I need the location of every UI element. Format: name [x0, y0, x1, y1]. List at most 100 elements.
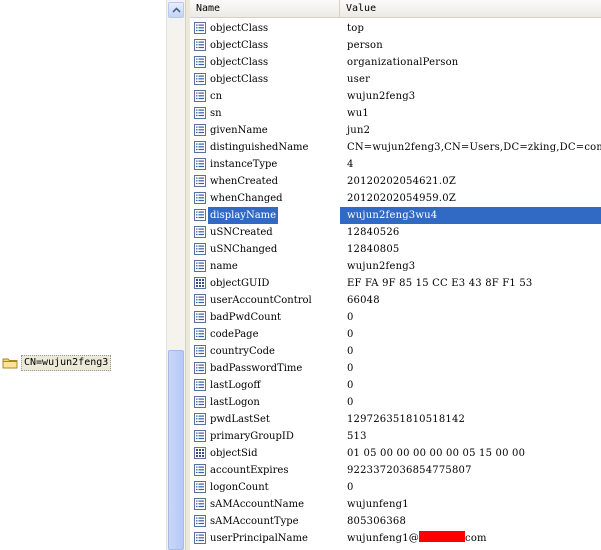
string-attribute-icon: [194, 515, 206, 527]
string-attribute-icon: [194, 39, 206, 51]
string-attribute-icon: [194, 362, 206, 374]
string-attribute-icon: [194, 192, 206, 204]
list-item[interactable]: givenName jun2: [190, 122, 601, 139]
string-attribute-icon: [194, 396, 206, 408]
string-attribute-icon: [194, 141, 206, 153]
string-attribute-icon: [194, 345, 206, 357]
list-item[interactable]: logonCount 0: [190, 479, 601, 496]
list-item[interactable]: primaryGroupID 513: [190, 428, 601, 445]
attribute-name: primaryGroupID: [210, 431, 294, 442]
string-attribute-icon: [194, 532, 206, 544]
attribute-value: 805306368: [347, 516, 407, 527]
attribute-value: 0: [347, 397, 354, 408]
attribute-list: Name Value objectClass top objectClass pers…: [190, 0, 601, 550]
list-item[interactable]: objectClass organizationalPerson: [190, 54, 601, 71]
attribute-value: 0: [347, 346, 354, 357]
list-item[interactable]: displayName wujun2feng3wu4: [190, 207, 601, 224]
string-attribute-icon: [194, 413, 206, 425]
tree-node-label: CN=wujun2feng3: [21, 354, 112, 371]
list-item[interactable]: instanceType 4: [190, 156, 601, 173]
chevron-up-icon: [171, 7, 181, 13]
value-suffix: com: [465, 533, 487, 544]
string-attribute-icon: [194, 294, 206, 306]
list-item[interactable]: userPrincipalName wujunfeng1@ com: [190, 530, 601, 547]
list-item[interactable]: objectClass top: [190, 20, 601, 37]
attribute-name: distinguishedName: [210, 142, 309, 153]
list-item[interactable]: badPwdCount 0: [190, 309, 601, 326]
tree-node-user[interactable]: CN=wujun2feng3: [2, 354, 112, 371]
string-attribute-icon: [194, 209, 206, 221]
list-item[interactable]: accountExpires 9223372036854775807: [190, 462, 601, 479]
list-item[interactable]: objectSid 01 05 00 00 00 00 00 05 15 00 0…: [190, 445, 601, 462]
attribute-value: 4: [347, 159, 354, 170]
scroll-up-button[interactable]: [168, 2, 184, 18]
attribute-name: whenChanged: [210, 193, 283, 204]
list-item[interactable]: pwdLastSet 129726351810518142: [190, 411, 601, 428]
scroll-thumb[interactable]: [168, 350, 184, 550]
string-attribute-icon: [194, 158, 206, 170]
string-attribute-icon: [194, 328, 206, 340]
attribute-value: 513: [347, 431, 367, 442]
list-item[interactable]: whenChanged 20120202054959.0Z: [190, 190, 601, 207]
list-item[interactable]: objectClass person: [190, 37, 601, 54]
list-item[interactable]: uSNChanged 12840805: [190, 241, 601, 258]
attribute-value: 66048: [347, 295, 380, 306]
list-item[interactable]: codePage 0: [190, 326, 601, 343]
attribute-name: badPwdCount: [210, 312, 282, 323]
folder-icon: [2, 357, 18, 369]
value-prefix: wujunfeng1@: [347, 533, 420, 544]
attribute-value: 9223372036854775807: [347, 465, 472, 476]
list-item[interactable]: userAccountControl 66048: [190, 292, 601, 309]
list-item[interactable]: whenCreated 20120202054621.0Z: [190, 173, 601, 190]
string-attribute-icon: [194, 22, 206, 34]
string-attribute-icon: [194, 56, 206, 68]
attribute-name: lastLogon: [210, 397, 260, 408]
attribute-value: person: [347, 40, 383, 51]
string-attribute-icon: [194, 226, 206, 238]
list-item[interactable]: lastLogon 0: [190, 394, 601, 411]
list-item[interactable]: uSNCreated 12840526: [190, 224, 601, 241]
list-item[interactable]: sAMAccountName wujunfeng1: [190, 496, 601, 513]
binary-attribute-icon: [194, 447, 206, 459]
list-item[interactable]: cn wujun2feng3: [190, 88, 601, 105]
string-attribute-icon: [194, 464, 206, 476]
column-header-value[interactable]: Value: [340, 0, 601, 17]
string-attribute-icon: [194, 379, 206, 391]
list-item[interactable]: lastLogoff 0: [190, 377, 601, 394]
attribute-value: wujun2feng3wu4: [347, 210, 438, 221]
list-item[interactable]: countryCode 0: [190, 343, 601, 360]
attribute-name: cn: [210, 91, 223, 102]
list-item[interactable]: objectGUID EF FA 9F 85 15 CC E3 43 8F F1 …: [190, 275, 601, 292]
string-attribute-icon: [194, 430, 206, 442]
list-item[interactable]: sn wu1: [190, 105, 601, 122]
string-attribute-icon: [194, 311, 206, 323]
attribute-value: 12840526: [347, 227, 400, 238]
list-item[interactable]: objectClass user: [190, 71, 601, 88]
vertical-scrollbar[interactable]: [166, 0, 185, 550]
attribute-name: name: [210, 261, 238, 272]
list-item[interactable]: badPasswordTime 0: [190, 360, 601, 377]
attribute-name: lastLogoff: [210, 380, 261, 391]
attribute-name: objectClass: [210, 74, 269, 85]
attribute-name: uSNCreated: [210, 227, 273, 238]
list-item[interactable]: name wujun2feng3: [190, 258, 601, 275]
attribute-name: badPasswordTime: [210, 363, 303, 374]
string-attribute-icon: [194, 73, 206, 85]
attribute-value: 0: [347, 329, 354, 340]
list-item[interactable]: sAMAccountType 805306368: [190, 513, 601, 530]
column-header-name[interactable]: Name: [190, 0, 340, 17]
attribute-name: objectGUID: [210, 278, 270, 289]
list-item[interactable]: distinguishedName CN=wujun2feng3,CN=Users…: [190, 139, 601, 156]
binary-attribute-icon: [194, 277, 206, 289]
attribute-name: logonCount: [210, 482, 269, 493]
attribute-value: 129726351810518142: [347, 414, 466, 425]
attribute-value: 12840805: [347, 244, 400, 255]
attribute-value: wujun2feng3: [347, 261, 416, 272]
string-attribute-icon: [194, 498, 206, 510]
attribute-name: objectClass: [210, 23, 269, 34]
attribute-value: 20120202054621.0Z: [347, 176, 456, 187]
attribute-value: wu1: [347, 108, 369, 119]
attribute-name: objectClass: [210, 40, 269, 51]
attribute-name: userAccountControl: [210, 295, 312, 306]
attribute-value: 0: [347, 482, 354, 493]
